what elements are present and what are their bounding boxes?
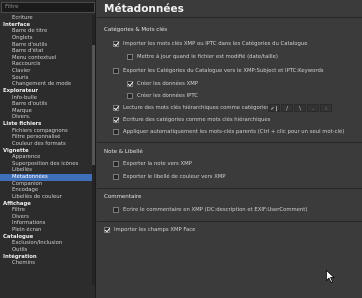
tree-item-divers[interactable]: Divers. <box>0 114 95 121</box>
section-title-comment: Commentaire <box>104 194 142 200</box>
tree-item-fichiers-compagnons[interactable]: Fichiers compagnons <box>0 128 95 135</box>
option-label: Mettre à jour quand le fichier est modif… <box>137 54 278 60</box>
separator-button[interactable]: \ <box>294 104 306 112</box>
separator-button[interactable]: . <box>307 104 319 112</box>
option-auto-parent-keywords[interactable]: Appliquer automatiquement les mots-clés … <box>113 128 344 136</box>
tree-item-metadonnees[interactable]: Métadonnées <box>0 174 95 181</box>
option-import-xmp-face[interactable]: Importer les champs XMP Face <box>104 226 195 234</box>
tree-item-info-bulle[interactable]: Info-bulle <box>0 95 95 102</box>
separator-button[interactable]: / <box>281 104 293 112</box>
tree-item-encodage[interactable]: Encodage <box>0 187 95 194</box>
option-label: Exporter le libellé de couleur vers XMP <box>123 174 226 180</box>
option-write-hierarchical[interactable]: Ecriture des catégories comme mots clés … <box>113 116 270 124</box>
section-title-note: Note & Libellé <box>104 149 143 155</box>
checkbox[interactable] <box>113 129 119 135</box>
tree-item-menu-contextuel[interactable]: Menu contextuel <box>0 55 95 62</box>
option-update-on-modify[interactable]: Mettre à jour quand le fichier est modif… <box>127 53 278 61</box>
tree-item-marque[interactable]: Marque <box>0 108 95 115</box>
option-label: Lecture des mots clés hiérarchiques comm… <box>123 105 270 111</box>
tree-item-barre-d-outils[interactable]: Barre d'outils <box>0 101 95 108</box>
separator-button[interactable]: | <box>268 104 280 112</box>
tree-category-affichage[interactable]: Affichage <box>0 201 95 208</box>
tree-category-integration[interactable]: Intégration <box>0 254 95 261</box>
tree-item-plein-ecran[interactable]: Plein écran <box>0 227 95 234</box>
section-divider <box>97 188 362 189</box>
tree-item-exclusion-inclusion[interactable]: Exclusion/Inclusion <box>0 240 95 247</box>
option-export-note[interactable]: Exporter la note vers XMP <box>113 160 192 168</box>
filter-input[interactable]: Filtre <box>1 2 95 13</box>
tree-item-companion[interactable]: Companion <box>0 181 95 188</box>
tree-category-explorateur[interactable]: Explorateur <box>0 88 95 95</box>
checkbox[interactable] <box>113 105 119 111</box>
tree-item-barre-de-titre[interactable]: Barre de titre <box>0 28 95 35</box>
option-label: Ecriture des catégories comme mots clés … <box>123 117 271 123</box>
checkbox[interactable] <box>113 161 119 167</box>
tree-item-souris[interactable]: Souris <box>0 75 95 82</box>
tree-item-clavier[interactable]: Clavier <box>0 68 95 75</box>
tree-item-raccourcis[interactable]: Raccourcis <box>0 61 95 68</box>
tree-item-barre-d-outils[interactable]: Barre d'outils <box>0 42 95 49</box>
checkbox[interactable] <box>104 227 110 233</box>
section-divider <box>97 142 362 143</box>
tree-item-divers[interactable]: Divers <box>0 214 95 221</box>
tree-item-libelles[interactable]: Libellés <box>0 167 95 174</box>
option-label: Créer les données IPTC <box>137 93 198 99</box>
settings-panel: Métadonnées Catégories & Mots clés Impor… <box>97 0 362 298</box>
checkbox[interactable] <box>127 54 133 60</box>
tree-item-libelles-de-couleur[interactable]: Libellés de couleur <box>0 194 95 201</box>
checkbox[interactable] <box>113 68 119 74</box>
tree-item-couleur-des-formats[interactable]: Couleur des formats <box>0 141 95 148</box>
option-label: Créer les données XMP <box>137 81 198 87</box>
tree-item-filtre-personnalise[interactable]: Filtre personnalisé <box>0 134 95 141</box>
tree-item-barre-d-etat[interactable]: Barre d'état <box>0 48 95 55</box>
option-label: Ecrire le commentaire en XMP (DC:descrip… <box>123 207 308 213</box>
option-export-color-label[interactable]: Exporter le libellé de couleur vers XMP <box>113 173 226 181</box>
title-divider <box>97 17 362 18</box>
page-title: Métadonnées <box>104 3 184 15</box>
tree-category-vignette[interactable]: Vignette <box>0 148 95 155</box>
tree-item-outils[interactable]: Outils <box>0 247 95 254</box>
option-create-xmp[interactable]: Créer les données XMP <box>127 80 198 88</box>
section-divider <box>97 221 362 222</box>
separator-button[interactable]: : <box>320 104 332 112</box>
checkbox[interactable] <box>113 207 119 213</box>
tree-item-chemins[interactable]: Chemins <box>0 260 95 267</box>
option-label: Importer les mots clés XMP ou IPTC dans … <box>123 41 308 47</box>
checkbox[interactable] <box>127 93 133 99</box>
tree-item-filtre[interactable]: Filtre <box>0 207 95 214</box>
tree-item-informations[interactable]: Informations <box>0 220 95 227</box>
tree-item-ecriture[interactable]: Ecriture <box>0 15 95 22</box>
tree-category-liste-fichiers[interactable]: Liste fichiers <box>0 121 95 128</box>
option-read-hierarchical[interactable]: Lecture des mots clés hiérarchiques comm… <box>113 104 269 112</box>
tree-item-onglets[interactable]: Onglets <box>0 35 95 42</box>
sidebar-scrollbar-thumb[interactable] <box>92 45 95 165</box>
tree-category-catalogue[interactable]: Catalogue <box>0 234 95 241</box>
option-write-comment[interactable]: Ecrire le commentaire en XMP (DC:descrip… <box>113 206 307 214</box>
settings-tree: Ecriture Interface Barre de titre Onglets Ba… <box>0 15 95 267</box>
option-import-keywords[interactable]: Importer les mots clés XMP ou IPTC dans … <box>113 40 307 48</box>
checkbox[interactable] <box>113 174 119 180</box>
tree-item-apparence[interactable]: Apparence <box>0 154 95 161</box>
checkbox[interactable] <box>127 81 133 87</box>
separator-buttons: |/\.: <box>268 104 332 112</box>
option-label: Exporter la note vers XMP <box>123 161 192 167</box>
option-export-categories[interactable]: Exporter les Catégories du Catalogue ver… <box>113 67 324 75</box>
section-title-keywords: Catégories & Mots clés <box>104 27 168 33</box>
option-create-iptc[interactable]: Créer les données IPTC <box>127 92 198 100</box>
sidebar-scrollbar[interactable] <box>92 15 95 285</box>
tree-item-changement-de-mode[interactable]: Changement de mode <box>0 81 95 88</box>
checkbox[interactable] <box>113 117 119 123</box>
option-label: Appliquer automatiquement les mots-clés … <box>123 129 345 135</box>
settings-sidebar: Filtre Ecriture Interface Barre de titre On… <box>0 0 96 298</box>
option-label: Exporter les Catégories du Catalogue ver… <box>123 68 324 74</box>
tree-category-interface[interactable]: Interface <box>0 22 95 29</box>
mouse-cursor-icon <box>326 270 335 283</box>
checkbox[interactable] <box>113 41 119 47</box>
tree-item-superposition-des-icones[interactable]: Superposition des icônes <box>0 161 95 168</box>
option-label: Importer les champs XMP Face <box>114 227 196 233</box>
